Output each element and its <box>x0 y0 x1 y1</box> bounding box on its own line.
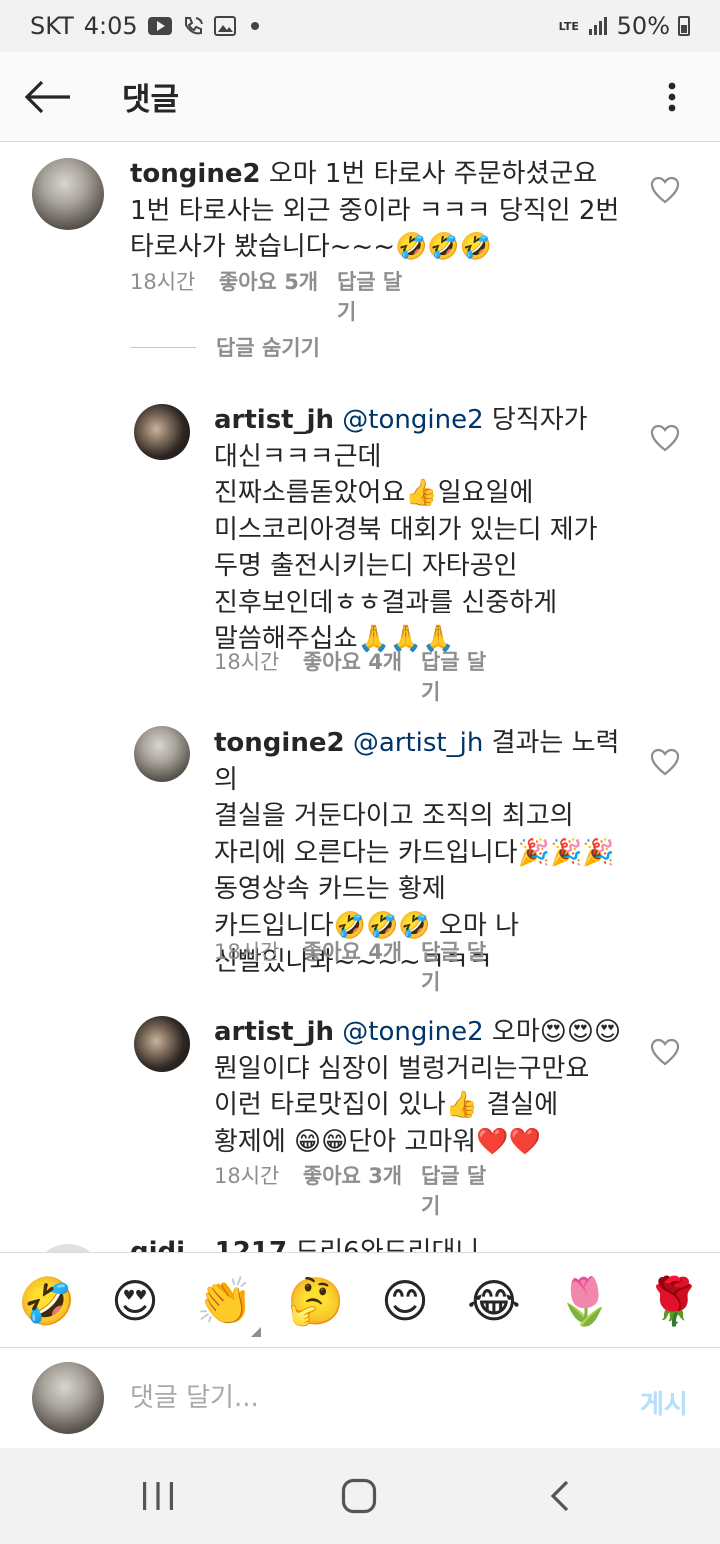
comment-time: 18시간 <box>214 940 280 964</box>
comment-likes[interactable]: 좋아요 4개 <box>303 646 421 706</box>
comment-body: tongine2 오마 1번 타로사 주문하셨군요 1번 타로사는 외근 중이라… <box>130 156 620 266</box>
clock: 4:05 <box>83 12 138 40</box>
avatar[interactable] <box>32 1244 104 1252</box>
divider-line <box>130 346 196 348</box>
carrier-label: SKT <box>30 12 74 40</box>
like-heart-icon[interactable] <box>650 1038 680 1066</box>
avatar[interactable] <box>32 158 104 230</box>
reply-button[interactable]: 답글 달기 <box>337 266 405 326</box>
comment-meta: 18시간 좋아요 5개 답글 달기 <box>130 266 405 326</box>
emoji-smile[interactable]: 😊 <box>377 1273 433 1329</box>
comment-input[interactable] <box>130 1372 610 1424</box>
emoji-thinking[interactable]: 🤔 <box>287 1273 344 1329</box>
network-label: LTE <box>558 19 579 33</box>
comment-body: gidi...1217 드리6와드리대니 <box>130 1238 479 1252</box>
emoji-joy[interactable]: 😂 <box>466 1273 522 1329</box>
system-nav-bar <box>0 1448 720 1544</box>
comment-text: 드리6와드리대니 <box>295 1238 479 1252</box>
nav-back-icon <box>550 1480 569 1512</box>
emoji-tulip[interactable]: 🌷 <box>556 1273 613 1329</box>
like-heart-icon[interactable] <box>650 748 680 776</box>
comment-time: 18시간 <box>214 650 280 674</box>
emoji-rofl[interactable]: 🤣 <box>18 1273 75 1329</box>
emoji-heart-eyes[interactable]: 😍 <box>107 1273 163 1329</box>
comment-username[interactable]: artist_jh <box>214 1017 334 1047</box>
comment-username[interactable]: tongine2 <box>214 728 345 758</box>
gallery-icon <box>213 16 236 36</box>
youtube-icon <box>147 17 172 35</box>
emoji-quick-bar: 🤣 😍 👏 🤔 😊 😂 🌷 🌹 <box>0 1252 720 1348</box>
header: 댓글 <box>0 52 720 142</box>
comment-meta: 18시간 좋아요 3개 답글 달기 <box>214 1160 489 1220</box>
avatar[interactable] <box>134 726 190 782</box>
battery-percent: 50% <box>616 12 670 40</box>
comment-meta: 18시간 좋아요 4개 답글 달기 <box>214 936 489 996</box>
dot-icon <box>246 21 264 31</box>
comment-composer: 게시 <box>0 1348 720 1448</box>
comment-mention[interactable]: @tongine2 <box>334 1017 483 1047</box>
reply-button[interactable]: 답글 달기 <box>421 936 489 996</box>
post-button[interactable]: 게시 <box>640 1384 688 1421</box>
comment-likes[interactable]: 좋아요 5개 <box>219 266 337 326</box>
comment-likes[interactable]: 좋아요 4개 <box>303 936 421 996</box>
comment-time: 18시간 <box>130 270 196 294</box>
status-left: SKT 4:05 <box>30 12 264 40</box>
reply-button[interactable]: 답글 달기 <box>421 1160 489 1220</box>
comment-username[interactable]: artist_jh <box>214 405 334 435</box>
comment-username[interactable]: gidi...1217 <box>130 1238 287 1252</box>
back-button[interactable] <box>22 72 74 122</box>
emoji-rose[interactable]: 🌹 <box>645 1273 702 1329</box>
more-options-button[interactable] <box>650 72 694 122</box>
avatar[interactable] <box>134 404 190 460</box>
wifi-call-icon <box>182 15 204 37</box>
status-right: LTE 50% <box>559 12 690 40</box>
partial-comment: gidi...1217 드리6와드리대니 <box>0 1238 720 1252</box>
signal-icon <box>588 17 609 35</box>
comment-mention[interactable]: @tongine2 <box>334 405 483 435</box>
system-back-button[interactable] <box>530 1472 590 1520</box>
comment-meta: 18시간 좋아요 4개 답글 달기 <box>214 646 489 706</box>
reply-button[interactable]: 답글 달기 <box>421 646 489 706</box>
back-arrow-icon <box>24 80 70 114</box>
avatar[interactable] <box>134 1016 190 1072</box>
comment-mention[interactable]: @artist_jh <box>345 728 484 758</box>
emoji-variant-indicator-icon <box>251 1327 261 1337</box>
comment-time: 18시간 <box>214 1164 280 1188</box>
more-vertical-icon <box>668 82 676 112</box>
comment-username[interactable]: tongine2 <box>130 159 261 189</box>
home-button[interactable] <box>329 1472 389 1520</box>
comment-text: 당직자가 대신ㅋㅋㅋ근데 진짜소름돋았어요👍일요일에 미스코리아경북 대회가 있… <box>214 405 598 654</box>
comment-body: artist_jh @tongine2 오마😍😍😍 뭔일이댜 심장이 벌렁거리는… <box>214 1014 644 1160</box>
comment-body: artist_jh @tongine2 당직자가 대신ㅋㅋㅋ근데 진짜소름돋았어… <box>214 402 634 658</box>
composer-avatar <box>32 1362 104 1434</box>
hide-replies-button[interactable]: 답글 숨기기 <box>130 332 320 362</box>
recent-apps-icon <box>143 1482 173 1510</box>
emoji-clap[interactable]: 👏 <box>196 1273 253 1329</box>
battery-icon <box>678 16 690 36</box>
status-bar: SKT 4:05 LTE 50% <box>0 0 720 52</box>
hide-replies-label: 답글 숨기기 <box>216 336 320 360</box>
page-title: 댓글 <box>122 82 180 118</box>
like-heart-icon[interactable] <box>650 176 680 204</box>
recent-apps-button[interactable] <box>128 1472 188 1520</box>
home-icon <box>341 1478 377 1514</box>
comment-likes[interactable]: 좋아요 3개 <box>303 1160 421 1220</box>
like-heart-icon[interactable] <box>650 424 680 452</box>
